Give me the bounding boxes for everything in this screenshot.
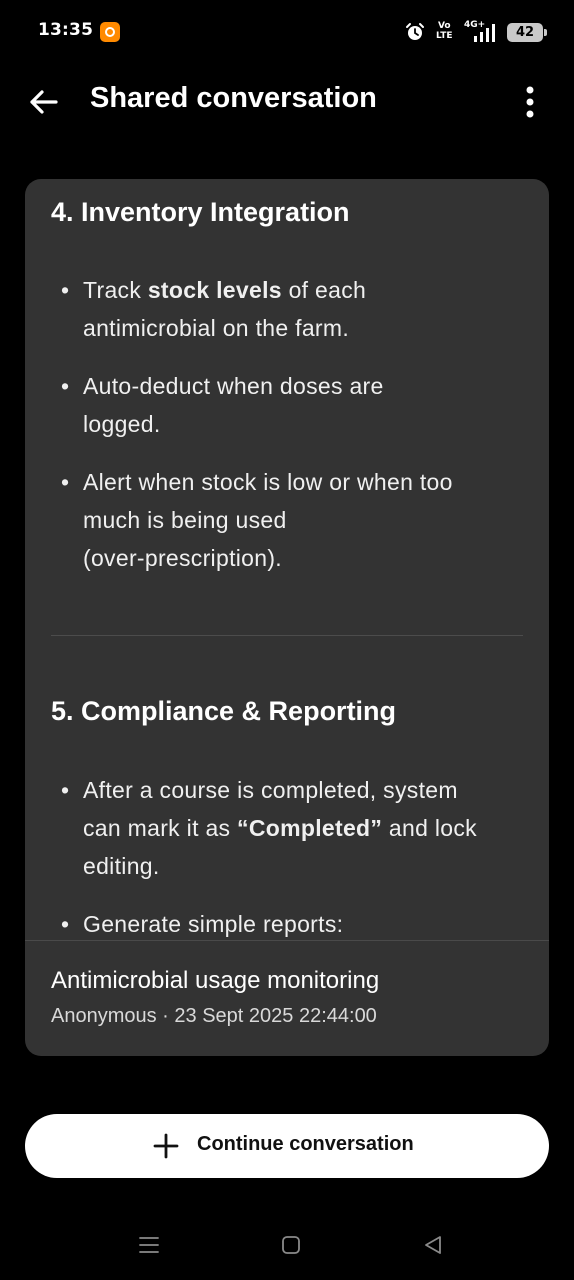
plus-icon [153,1133,179,1159]
status-bar: 13:35 Vo LTE 4G+ 42 [0,0,574,66]
bold-segment: “Completed” [237,815,383,841]
list-item: • Track stock levels of each antimicrobi… [61,271,531,347]
alarm-icon [406,23,424,40]
card-footer-divider [25,940,549,941]
back-triangle-icon[interactable] [421,1233,445,1257]
section-heading-inventory: 4. Inventory Integration [51,197,350,227]
conversation-meta: Anonymous · 23 Sept 2025 22:44:00 [51,1005,377,1028]
list-item-text: Alert when stock is low or when too much… [83,469,453,571]
section-divider [51,635,523,636]
list-item-text: Track stock levels of each antimicrobial… [83,271,531,347]
continue-conversation-label: Continue conversation [197,1133,414,1155]
volte-icon: Vo LTE [436,21,453,41]
list-item-text: After a course is completed, system can … [83,771,531,885]
list-item: • Auto-deduct when doses are logged. [61,367,531,443]
signal-icon [474,24,495,42]
page-title: Shared conversation [90,82,377,114]
volte-bottom: LTE [436,31,453,41]
text-segment: Track [83,277,148,303]
shared-conversation-card: 4. Inventory Integration • Track stock l… [25,179,549,1056]
meta-separator: · [156,1005,175,1027]
list-item: • Generate simple reports: [61,905,531,941]
more-vertical-icon[interactable] [510,80,550,124]
bullet-dot: • [61,777,70,803]
bullet-dot: • [61,373,70,399]
conversation-title: Antimicrobial usage monitoring [51,967,380,994]
list-item: • Alert when stock is low or when too mu… [61,463,531,577]
app-bar: Shared conversation [0,66,574,140]
continue-conversation-button[interactable]: Continue conversation [25,1114,549,1178]
list-item-text: Auto-deduct when doses are logged. [83,373,384,437]
bullet-dot: • [61,277,70,303]
bullet-dot: • [61,469,70,495]
section-heading-compliance: 5. Compliance & Reporting [51,696,397,726]
battery-icon: 42 [507,23,547,42]
status-time: 13:35 [38,20,94,40]
home-icon[interactable] [281,1235,301,1255]
volte-top: Vo [437,21,451,31]
bullet-dot: • [61,911,70,937]
conversation-content[interactable]: 4. Inventory Integration • Track stock l… [25,179,549,941]
recent-apps-icon[interactable] [137,1233,161,1257]
list-item-text: Generate simple reports: [83,911,344,937]
author: Anonymous [51,1005,157,1027]
arrow-left-icon[interactable] [22,80,66,124]
timestamp: 23 Sept 2025 22:44:00 [174,1005,377,1027]
bold-segment: stock levels [147,277,282,303]
list-item: • After a course is completed, system ca… [61,771,531,885]
app-notification-icon [100,22,120,42]
